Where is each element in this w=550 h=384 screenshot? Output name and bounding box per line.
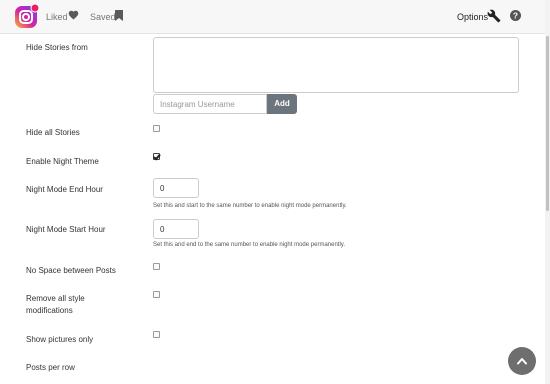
help-question-icon[interactable]: ? — [510, 10, 521, 21]
chevron-up-icon — [517, 358, 527, 365]
night-mode-start-hour-input[interactable]: 0 — [153, 219, 199, 239]
svg-text:?: ? — [513, 11, 518, 21]
hide-all-stories-label: Hide all Stories — [26, 128, 80, 137]
posts-per-row-label: Posts per row — [26, 363, 75, 372]
night-mode-start-hour-hint: Set this and end to the same number to e… — [153, 242, 346, 248]
options-link[interactable]: Options — [457, 12, 488, 22]
scrollbar-thumb[interactable] — [546, 36, 549, 211]
liked-link[interactable]: Liked — [46, 12, 68, 22]
hide-all-stories-checkbox[interactable] — [153, 125, 160, 132]
enable-night-theme-checkbox[interactable] — [153, 153, 160, 160]
show-pictures-only-label: Show pictures only — [26, 335, 94, 344]
night-mode-end-hour-input[interactable]: 0 — [153, 178, 199, 198]
enable-night-theme-label: Enable Night Theme — [26, 157, 99, 166]
heart-icon[interactable] — [68, 10, 79, 20]
bookmark-icon[interactable] — [115, 10, 123, 21]
night-mode-end-hour-hint: Set this and start to the same number to… — [153, 203, 347, 209]
hidden-stories-textarea[interactable] — [153, 37, 519, 93]
instagram-username-input[interactable]: Instagram Username — [153, 94, 267, 114]
remove-style-modifications-checkbox[interactable] — [153, 291, 160, 298]
wrench-icon[interactable] — [487, 9, 501, 23]
hide-stories-from-label: Hide Stories from — [26, 43, 88, 52]
vertical-scrollbar[interactable] — [545, 0, 550, 384]
add-username-button[interactable]: Add — [267, 94, 297, 114]
night-mode-start-hour-label: Night Mode Start Hour — [26, 225, 106, 234]
night-mode-end-hour-label: Night Mode End Hour — [26, 185, 103, 194]
remove-style-modifications-label-line2: modifications — [26, 306, 73, 315]
show-pictures-only-checkbox[interactable] — [153, 331, 160, 338]
scroll-to-top-button[interactable] — [508, 347, 536, 375]
no-space-between-posts-checkbox[interactable] — [153, 263, 160, 270]
instagram-logo-icon[interactable] — [13, 3, 41, 31]
saved-link[interactable]: Saved — [90, 12, 116, 22]
no-space-between-posts-label: No Space between Posts — [26, 266, 116, 275]
top-navbar: Liked Saved Options ? — [0, 0, 550, 34]
